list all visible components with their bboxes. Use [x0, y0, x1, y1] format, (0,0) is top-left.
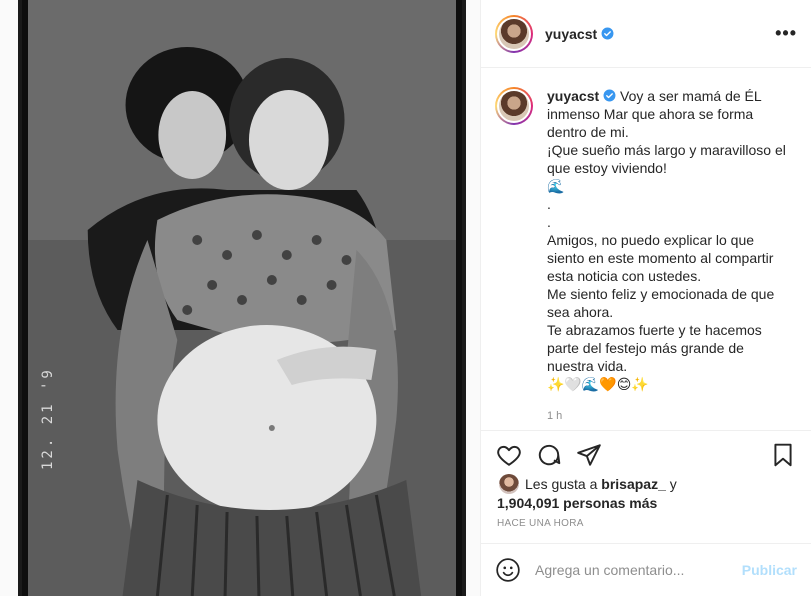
author-username-text[interactable]: yuyacst	[545, 26, 597, 42]
caption-line: ¡Que sueño más largo y maravilloso el	[547, 142, 786, 158]
photo-frame	[18, 0, 466, 596]
likes-summary: Les gusta a brisapaz_ y 1,904,091 person…	[497, 474, 801, 512]
caption-line: esta noticia con ustedes.	[547, 268, 702, 284]
likes-conjunction: y	[669, 476, 677, 492]
likes-row: Les gusta a brisapaz_ y	[499, 474, 801, 494]
comment-icon[interactable]	[535, 441, 563, 469]
caption-line: siento en este momento al compartir	[547, 250, 774, 266]
share-icon[interactable]	[575, 441, 603, 469]
post-side-panel: yuyacst ••• yuyacst Voy a ser mamá de ÉL…	[480, 0, 811, 596]
post-actions-bar	[481, 430, 811, 478]
post-header: yuyacst •••	[481, 0, 811, 68]
author-username[interactable]: yuyacst	[545, 26, 614, 42]
caption-line: inmenso Mar que ahora se forma	[547, 106, 754, 122]
caption-line: parte del festejo más grande de	[547, 340, 744, 356]
likes-prefix: Les gusta a	[525, 476, 598, 492]
publish-button[interactable]: Publicar	[742, 562, 797, 578]
post-media[interactable]: 12. 21 '9	[0, 0, 480, 596]
caption-line: .	[547, 214, 551, 230]
caption-username[interactable]: yuyacst	[547, 88, 599, 104]
liker-username[interactable]: brisapaz_	[601, 475, 666, 493]
liker-avatar[interactable]	[499, 474, 519, 494]
emoji-icon[interactable]	[495, 557, 521, 583]
film-date-stamp: 12. 21 '9	[40, 367, 56, 470]
comment-input[interactable]	[535, 562, 735, 578]
caption-line: Te abrazamos fuerte y te hacemos	[547, 322, 762, 338]
caption-line: Amigos, no puedo explicar lo que	[547, 232, 755, 248]
caption-line: que estoy viviendo!	[547, 160, 667, 176]
verified-badge-icon	[601, 27, 614, 39]
caption-line: nuestra vida.	[547, 358, 628, 374]
verified-badge-icon	[603, 89, 616, 102]
post-timestamp[interactable]: HACE UNA HORA	[497, 518, 584, 529]
bookmark-icon[interactable]	[769, 441, 797, 469]
caption-text: yuyacst Voy a ser mamá de ÉL inmenso Mar…	[547, 87, 795, 430]
photo-illustration	[28, 0, 456, 596]
comment-bar: Publicar	[481, 543, 811, 596]
caption-author-avatar[interactable]	[495, 87, 533, 125]
caption-line: ✨🤍🌊🧡😊✨	[547, 376, 649, 392]
caption-line: dentro de mi.	[547, 124, 629, 140]
post-photo	[28, 0, 456, 596]
caption-line-text: Voy a ser mamá de ÉL	[620, 88, 762, 104]
caption-line: Me siento feliz y emocionada de que	[547, 286, 775, 302]
author-avatar[interactable]	[495, 14, 533, 53]
caption-line: sea ahora.	[547, 304, 614, 320]
caption-area: yuyacst Voy a ser mamá de ÉL inmenso Mar…	[481, 69, 811, 430]
caption-line: 🌊	[547, 178, 565, 194]
likes-count[interactable]: 1,904,091 personas más	[497, 495, 657, 511]
caption-line: .	[547, 196, 551, 212]
caption-time-ago[interactable]: 1 h	[547, 407, 795, 425]
heart-icon[interactable]	[495, 441, 523, 469]
more-options-icon[interactable]: •••	[775, 23, 797, 44]
caption-line: yuyacst Voy a ser mamá de ÉL	[547, 87, 795, 105]
